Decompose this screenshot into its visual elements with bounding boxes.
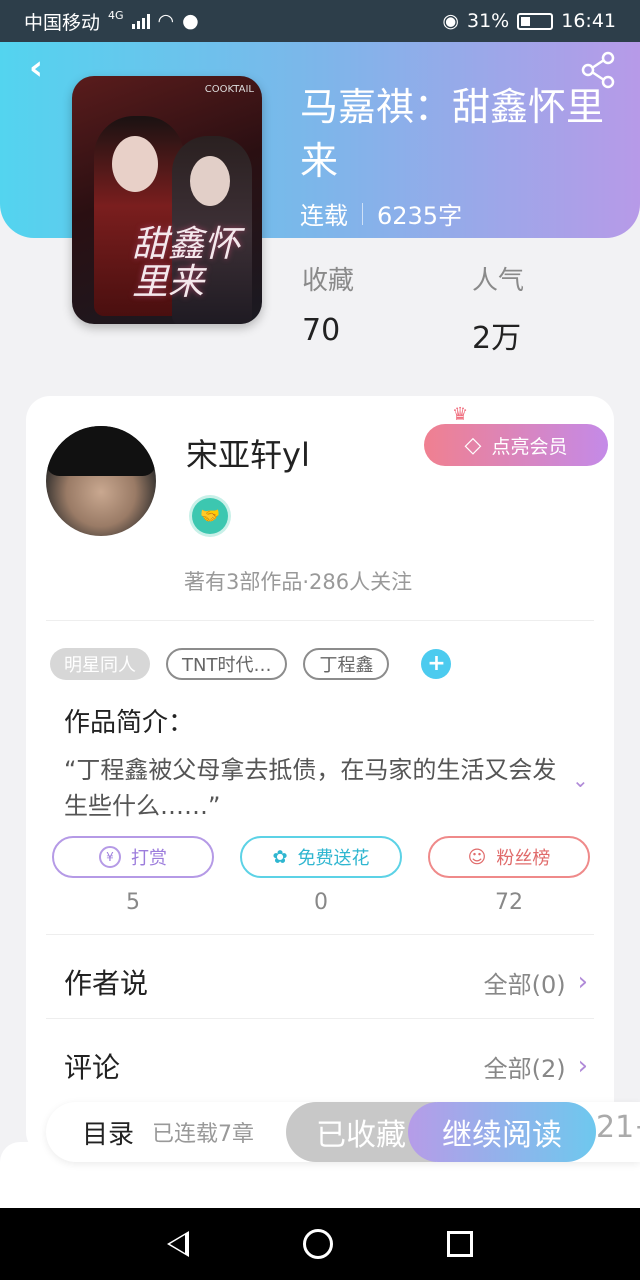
word-count: 6235字 (377, 202, 463, 230)
battery-percent: 31% (467, 10, 510, 32)
favorites-stat: 收藏 70 (302, 260, 354, 348)
carrier-label: 中国移动 (24, 11, 101, 34)
comments-link: 全部(2) (483, 1054, 566, 1083)
toc-button[interactable]: 目录 (82, 1114, 134, 1151)
popularity-label: 人气 (472, 266, 525, 296)
favorites-value: 70 (302, 313, 341, 348)
signal-icon (131, 13, 150, 29)
person-icon: ☺ (467, 846, 487, 868)
cover-face-left (112, 136, 158, 192)
clock: 16:41 (561, 10, 616, 32)
vip-button[interactable]: ♛ ◇ 点亮会员 (424, 404, 608, 466)
intro-title: 作品简介： (64, 708, 195, 738)
wechat-icon: ● (182, 10, 199, 32)
yen-icon: ¥ (99, 846, 121, 868)
cover-title: 甜鑫怀里来 (132, 224, 241, 303)
divider (46, 1018, 594, 1019)
chevron-right-icon: › (577, 1051, 588, 1081)
comments-label: 评论 (64, 1051, 121, 1084)
author-summary: 著有3部作品·286人关注 (184, 570, 413, 594)
add-tag-icon[interactable]: + (421, 649, 452, 679)
author-says-row[interactable]: 作者说 全部(0) › (64, 962, 588, 1002)
author-avatar[interactable] (46, 426, 156, 536)
comments-row[interactable]: 评论 全部(2) › (64, 1046, 588, 1086)
author-name[interactable]: 宋亚轩yl (186, 430, 310, 476)
bottom-action-bar: 目录 已连载7章 已收藏 继续阅读 21+ (46, 1102, 640, 1162)
diamond-icon: ◇ (464, 432, 482, 458)
tag-list: 明星同人 TNT时代… 丁程鑫 + (50, 648, 452, 680)
system-nav-bar (0, 1208, 640, 1280)
tag-chip[interactable]: TNT时代… (166, 648, 288, 680)
tip-button[interactable]: ¥ 打赏 (52, 836, 214, 878)
wifi-icon: ◠ (157, 10, 175, 32)
handshake-badge-icon[interactable]: 🤝 (192, 498, 228, 534)
network-type: 4G (108, 8, 124, 22)
favorites-label: 收藏 (302, 266, 355, 296)
book-detail-card: 宋亚轩yl 🤝 ♛ ◇ 点亮会员 著有3部作品·286人关注 明星同人 TNT时… (26, 396, 614, 1156)
tip-count: 5 (126, 890, 140, 915)
cover-tag: COOKTAIL (204, 84, 254, 95)
battery-icon (517, 12, 554, 30)
book-cover[interactable]: COOKTAIL 甜鑫怀里来 (72, 76, 262, 324)
book-meta: 连载 6235字 (300, 196, 462, 231)
status-bar: 中国移动 4G ◠ ● ◉ 31% 16:41 (0, 0, 640, 42)
flower-count: 0 (314, 890, 328, 915)
author-says-label: 作者说 (64, 967, 149, 1000)
fans-label: 粉丝榜 (496, 848, 551, 869)
tag-chip[interactable]: 明星同人 (50, 648, 150, 680)
chapter-count: 已连载7章 (152, 1122, 255, 1147)
eye-icon: ◉ (442, 10, 459, 32)
nav-back-icon[interactable] (167, 1231, 189, 1257)
author-says-link: 全部(0) (483, 970, 566, 999)
action-counts: 5 0 72 (52, 890, 590, 915)
tip-label: 打赏 (131, 848, 167, 869)
tag-chip[interactable]: 丁程鑫 (303, 648, 390, 680)
divider (46, 934, 594, 935)
chevron-down-icon[interactable]: ⌄ (572, 768, 589, 792)
cover-face-right (190, 156, 230, 206)
overflow-label: 21+ (596, 1110, 640, 1145)
intro-text: “丁程鑫被父母拿去抵债，在马家的生活又会发生些什么……” (64, 756, 557, 820)
nav-recent-apps-icon[interactable] (447, 1231, 473, 1257)
crown-icon: ♛ (452, 404, 469, 425)
divider (46, 620, 594, 621)
chevron-right-icon: › (577, 967, 588, 997)
back-arrow-icon[interactable]: ‹ (18, 50, 54, 86)
meta-divider (362, 202, 363, 225)
vip-button-label: 点亮会员 (491, 435, 568, 458)
popularity-value: 2万 (472, 321, 522, 356)
flower-label: 免费送花 (297, 848, 370, 869)
nav-home-icon[interactable] (303, 1229, 333, 1259)
action-row: ¥ 打赏 ✿ 免费送花 ☺ 粉丝榜 (52, 836, 590, 878)
send-flower-button[interactable]: ✿ 免费送花 (240, 836, 402, 878)
fans-ranking-button[interactable]: ☺ 粉丝榜 (428, 836, 590, 878)
book-title: 马嘉祺：甜鑫怀里来 (300, 85, 605, 183)
popularity-stat: 人气 2万 (472, 260, 524, 357)
book-status: 连载 (300, 202, 348, 230)
flower-icon: ✿ (272, 846, 288, 868)
fans-count: 72 (495, 890, 523, 915)
continue-reading-button[interactable]: 继续阅读 (408, 1102, 596, 1162)
